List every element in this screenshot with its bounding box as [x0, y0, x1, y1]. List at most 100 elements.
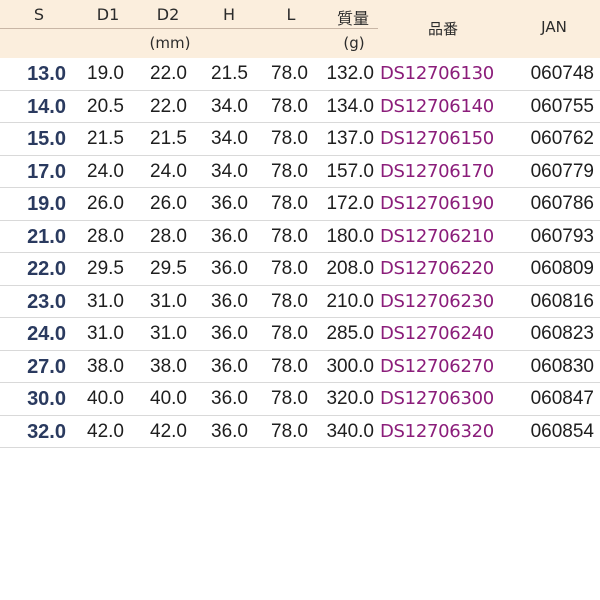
- h-cell: 34.0: [211, 95, 248, 117]
- jan-cell: 060816: [530, 290, 594, 312]
- header-divider: [0, 28, 378, 29]
- table-row: 14.0 20.5 22.0 34.0 78.0 134.0 DS12706140 06075…: [0, 91, 600, 123]
- header-h: H: [222, 5, 236, 24]
- d1-cell: 28.0: [87, 225, 124, 247]
- size-cell: 23.0: [27, 290, 66, 313]
- d1-cell: 26.0: [87, 193, 124, 214]
- h-cell: 36.0: [211, 225, 248, 247]
- d1-cell: 31.0: [87, 290, 124, 312]
- d2-cell: 28.0: [150, 225, 187, 247]
- d2-cell: 26.0: [150, 193, 187, 214]
- part-number-cell: DS12706240: [380, 323, 494, 344]
- h-cell: 36.0: [211, 290, 248, 312]
- d2-cell: 38.0: [150, 355, 187, 377]
- part-number-cell: DS12706270: [380, 355, 494, 377]
- l-cell: 78.0: [271, 323, 308, 344]
- jan-cell: 060762: [530, 128, 594, 149]
- size-cell: 14.0: [27, 95, 66, 118]
- h-cell: 36.0: [211, 388, 248, 409]
- h-cell: 36.0: [211, 420, 248, 442]
- table-row: 15.0 21.5 21.5 34.0 78.0 137.0 DS12706150 06076…: [0, 123, 600, 156]
- d1-cell: 42.0: [87, 420, 124, 442]
- jan-cell: 060786: [530, 193, 594, 214]
- header-l: L: [286, 5, 296, 24]
- weight-cell: 285.0: [326, 323, 374, 344]
- l-cell: 78.0: [271, 355, 308, 377]
- header-jan: JAN: [541, 18, 567, 36]
- header-unit-g: (g): [343, 34, 365, 52]
- weight-cell: 180.0: [326, 225, 374, 247]
- header-unit-mm: (mm): [149, 34, 191, 52]
- d2-cell: 31.0: [150, 323, 187, 344]
- l-cell: 78.0: [271, 225, 308, 247]
- l-cell: 78.0: [271, 420, 308, 442]
- part-number-cell: DS12706300: [380, 388, 494, 409]
- d2-cell: 22.0: [150, 63, 187, 84]
- table-row: 32.0 42.0 42.0 36.0 78.0 340.0 DS12706320 06085…: [0, 416, 600, 448]
- part-number-cell: DS12706230: [380, 290, 494, 312]
- l-cell: 78.0: [271, 388, 308, 409]
- table-row: 24.0 31.0 31.0 36.0 78.0 285.0 DS12706240 06082…: [0, 318, 600, 351]
- header-part-number: 品番: [427, 20, 458, 38]
- h-cell: 36.0: [211, 193, 248, 214]
- h-cell: 34.0: [211, 160, 248, 182]
- d1-cell: 38.0: [87, 355, 124, 377]
- d2-cell: 29.5: [150, 258, 187, 279]
- weight-cell: 132.0: [326, 63, 374, 84]
- part-number-cell: DS12706190: [380, 193, 494, 214]
- size-cell: 24.0: [27, 323, 66, 345]
- table-row: 22.0 29.5 29.5 36.0 78.0 208.0 DS12706220 06080…: [0, 253, 600, 286]
- jan-cell: 060779: [530, 160, 594, 182]
- size-cell: 22.0: [27, 258, 66, 280]
- part-number-cell: DS12706140: [380, 95, 494, 117]
- jan-cell: 060809: [530, 258, 594, 279]
- table-row: 13.0 19.0 22.0 21.5 78.0 132.0 DS12706130 06074…: [0, 58, 600, 91]
- h-cell: 36.0: [211, 258, 248, 279]
- d2-cell: 22.0: [150, 95, 187, 117]
- d2-cell: 42.0: [150, 420, 187, 442]
- table-row: 19.0 26.0 26.0 36.0 78.0 172.0 DS12706190 06078…: [0, 188, 600, 221]
- h-cell: 21.5: [211, 63, 248, 84]
- d1-cell: 20.5: [87, 95, 124, 117]
- weight-cell: 300.0: [326, 355, 374, 377]
- part-number-cell: DS12706220: [380, 258, 494, 279]
- l-cell: 78.0: [271, 128, 308, 149]
- h-cell: 36.0: [211, 355, 248, 377]
- jan-cell: 060823: [530, 323, 594, 344]
- part-number-cell: DS12706170: [380, 160, 494, 182]
- l-cell: 78.0: [271, 290, 308, 312]
- header-s: S: [33, 5, 45, 24]
- size-cell: 15.0: [27, 128, 66, 150]
- weight-cell: 208.0: [326, 258, 374, 279]
- jan-cell: 060755: [530, 95, 594, 117]
- part-number-cell: DS12706210: [380, 225, 494, 247]
- d1-cell: 29.5: [87, 258, 124, 279]
- weight-cell: 210.0: [326, 290, 374, 312]
- weight-cell: 320.0: [326, 388, 374, 409]
- header-d1: D1: [96, 5, 120, 24]
- table-header: S D1 D2 H L 質量 品番 JAN (mm) (g): [0, 0, 600, 58]
- size-cell: 13.0: [27, 63, 66, 85]
- header-weight: 質量: [336, 9, 369, 28]
- weight-cell: 137.0: [326, 128, 374, 149]
- table-row: 17.0 24.0 24.0 34.0 78.0 157.0 DS12706170 06077…: [0, 156, 600, 188]
- d2-cell: 24.0: [150, 160, 187, 182]
- l-cell: 78.0: [271, 63, 308, 84]
- jan-cell: 060847: [530, 388, 594, 409]
- size-cell: 17.0: [27, 160, 66, 183]
- jan-cell: 060748: [530, 63, 594, 84]
- part-number-cell: DS12706150: [380, 128, 494, 149]
- weight-cell: 172.0: [326, 193, 374, 214]
- weight-cell: 134.0: [326, 95, 374, 117]
- jan-cell: 060830: [530, 355, 594, 377]
- size-cell: 32.0: [27, 420, 66, 443]
- weight-cell: 157.0: [326, 160, 374, 182]
- d2-cell: 40.0: [150, 388, 187, 409]
- size-cell: 27.0: [27, 355, 66, 378]
- d1-cell: 31.0: [87, 323, 124, 344]
- d1-cell: 21.5: [87, 128, 124, 149]
- h-cell: 36.0: [211, 323, 248, 344]
- table-row: 27.0 38.0 38.0 36.0 78.0 300.0 DS12706270 06083…: [0, 351, 600, 383]
- h-cell: 34.0: [211, 128, 248, 149]
- part-number-cell: DS12706130: [380, 63, 494, 84]
